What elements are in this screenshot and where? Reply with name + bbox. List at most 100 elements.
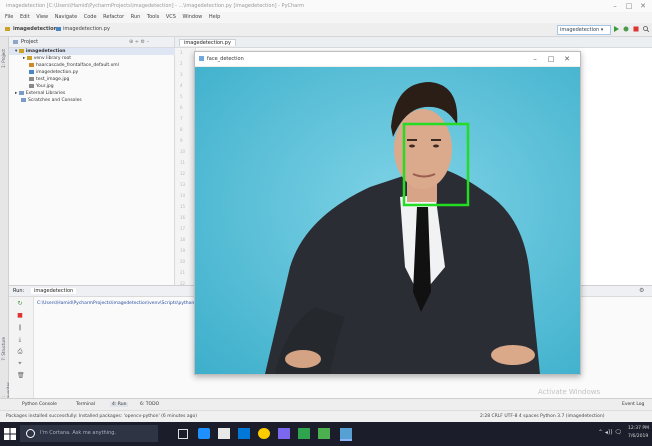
menu-vcs[interactable]: VCS <box>166 14 176 20</box>
menu-edit[interactable]: Edit <box>20 14 30 20</box>
run-tab[interactable]: imagedetection <box>31 288 77 294</box>
stop-icon[interactable] <box>633 26 639 32</box>
delete-icon[interactable]: 🗑 <box>17 373 25 379</box>
editor-tabs: imagedetection.py <box>175 37 652 48</box>
editor-tab[interactable]: imagedetection.py <box>179 39 236 46</box>
run-icon[interactable] <box>613 26 619 32</box>
run-toolbar: ↻ ■ ∥ ⤓ ⎙ ⌖ 🗑 <box>9 297 34 399</box>
rerun-icon[interactable]: ↻ <box>17 301 23 307</box>
menu-bar: File Edit View Navigate Code Refactor Ru… <box>0 12 652 23</box>
tree-item-scratches[interactable]: Scratches and Consoles <box>9 97 82 104</box>
panel-settings-icon[interactable]: ⊕ ÷ ⚙ – <box>129 39 149 45</box>
menu-help[interactable]: Help <box>209 14 220 20</box>
image-file-icon <box>29 83 34 88</box>
line-number: 14 <box>180 193 186 198</box>
python-window-icon[interactable] <box>340 428 352 441</box>
project-panel-title[interactable]: Project <box>21 39 38 45</box>
terminal-tab[interactable]: Terminal <box>76 402 95 407</box>
status-message[interactable]: Packages installed successfully: Install… <box>6 414 197 419</box>
left-tool-strip: 1: Project 7: Structure 2: Favorites <box>0 37 11 400</box>
menu-file[interactable]: File <box>5 14 13 20</box>
pause-icon[interactable]: ∥ <box>17 325 23 331</box>
structure-tool-tab[interactable]: 7: Structure <box>1 337 6 361</box>
event-log-tab[interactable]: Event Log <box>622 402 644 407</box>
breadcrumb-file[interactable]: imagedetection.py <box>63 26 110 32</box>
windows-taskbar: I'm Cortana. Ask me anything. ⌃ ◂)) 🗨 12… <box>0 422 652 446</box>
pin-icon[interactable]: ⌖ <box>17 361 23 367</box>
search-icon[interactable] <box>643 26 649 32</box>
window-title: imagedetection [C:\Users\Hamid\PycharmPr… <box>6 3 305 9</box>
navigation-bar: imagedetection imagedetection.py imagede… <box>0 23 652 37</box>
file-explorer-icon[interactable] <box>218 428 230 439</box>
minimize-icon[interactable]: – <box>529 54 541 64</box>
close-icon[interactable]: ✕ <box>561 54 573 64</box>
tree-item-test-image[interactable]: test_image.jpg <box>9 76 69 83</box>
line-number: 18 <box>180 237 186 242</box>
detected-face-image <box>195 67 580 374</box>
store-icon[interactable] <box>238 428 250 439</box>
project-panel: Project ⊕ ÷ ⚙ – ▾ imagedetection ▸ venv … <box>9 37 179 285</box>
folder-icon <box>18 48 24 53</box>
line-number: 7 <box>180 116 183 121</box>
menu-view[interactable]: View <box>36 14 48 20</box>
face-detection-window[interactable]: face_detection – □ ✕ <box>194 51 581 375</box>
line-number: 1 <box>180 50 183 55</box>
maximize-icon[interactable]: □ <box>624 2 634 10</box>
clock-time[interactable]: 12:37 PM <box>628 426 649 431</box>
windows-start-icon[interactable] <box>4 428 16 440</box>
print-icon[interactable]: ⎙ <box>17 349 23 355</box>
task-view-icon[interactable] <box>178 429 188 439</box>
tree-item-root[interactable]: ▾ imagedetection <box>9 48 179 55</box>
line-number: 6 <box>180 105 183 110</box>
cortana-search-box[interactable]: I'm Cortana. Ask me anything. <box>20 425 158 442</box>
run-configuration-select[interactable]: imagedetection ▾ <box>557 25 611 35</box>
folder-icon <box>26 55 32 60</box>
menu-navigate[interactable]: Navigate <box>55 14 77 20</box>
close-icon[interactable]: ✕ <box>638 2 648 10</box>
xml-file-icon <box>29 62 34 67</box>
scroll-end-icon[interactable]: ⤓ <box>17 337 23 343</box>
breadcrumb-project[interactable]: imagedetection <box>13 26 57 32</box>
clock-date[interactable]: 7/6/2019 <box>628 434 648 439</box>
menu-run[interactable]: Run <box>131 14 141 20</box>
line-number: 20 <box>180 259 186 264</box>
menu-window[interactable]: Window <box>183 14 203 20</box>
run-tool-tab[interactable]: 4: Run <box>110 402 129 407</box>
menu-tools[interactable]: Tools <box>147 14 159 20</box>
library-icon <box>18 90 24 95</box>
edge-icon[interactable] <box>198 428 210 439</box>
tree-item-venv[interactable]: ▸ venv library root <box>9 55 71 62</box>
menu-refactor[interactable]: Refactor <box>103 14 124 20</box>
line-number: 21 <box>180 270 186 275</box>
tree-item-external-libraries[interactable]: ▸ External Libraries <box>9 90 65 97</box>
tree-item-haarcascade[interactable]: haarcascade_frontalface_default.xml <box>9 62 119 69</box>
chrome-icon[interactable] <box>258 428 270 439</box>
python-console-tab[interactable]: Python Console <box>22 402 57 407</box>
pycharm-icon[interactable] <box>298 428 310 439</box>
face-window-title: face_detection <box>207 56 244 62</box>
image-file-icon <box>29 76 34 81</box>
line-number: 17 <box>180 226 186 231</box>
settings-gear-icon[interactable]: ⚙ <box>639 287 644 294</box>
face-window-titlebar: face_detection – □ ✕ <box>195 52 580 67</box>
python-file-icon <box>29 69 34 74</box>
line-number: 4 <box>180 83 183 88</box>
media-icon[interactable] <box>278 428 290 439</box>
tree-item-your-jpg[interactable]: Your.jpg <box>9 83 54 90</box>
tree-item-script[interactable]: imagedetection.py <box>9 69 78 76</box>
project-tool-tab[interactable]: 1: Project <box>1 49 6 68</box>
app-icon[interactable] <box>318 428 330 439</box>
stop-icon[interactable]: ■ <box>17 313 23 319</box>
folder-icon <box>5 27 10 31</box>
tray-icons[interactable]: ⌃ ◂)) 🗨 <box>598 429 622 436</box>
line-number: 11 <box>180 160 186 165</box>
maximize-icon[interactable]: □ <box>545 54 557 64</box>
todo-tab[interactable]: 6: TODO <box>140 402 159 407</box>
minimize-icon[interactable]: – <box>610 2 620 10</box>
status-position: 2:28 CRLF UTF-8 4 spaces Python 3.7 (ima… <box>480 414 605 419</box>
line-number: 10 <box>180 149 186 154</box>
line-number: 13 <box>180 182 186 187</box>
debug-icon[interactable] <box>623 26 629 32</box>
python-icon <box>199 56 204 61</box>
menu-code[interactable]: Code <box>84 14 97 20</box>
